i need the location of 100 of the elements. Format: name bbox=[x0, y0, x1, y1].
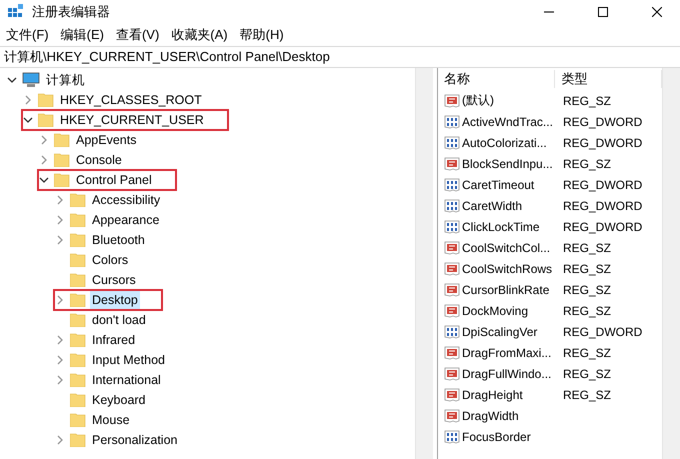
tree-item[interactable]: Appearance bbox=[90, 211, 162, 229]
chevron-right-icon[interactable] bbox=[39, 155, 49, 165]
value-type: REG_SZ bbox=[563, 240, 612, 254]
chevron-right-icon[interactable] bbox=[55, 375, 65, 385]
value-type: REG_SZ bbox=[563, 366, 612, 380]
chevron-right-icon[interactable] bbox=[55, 355, 65, 365]
tree-item[interactable]: HKEY_CURRENT_USER bbox=[58, 111, 206, 129]
tree-item[interactable]: Infrared bbox=[90, 331, 138, 349]
menu-item[interactable]: 文件(F) bbox=[6, 26, 49, 44]
string-value-icon bbox=[444, 366, 460, 380]
folder-icon bbox=[70, 233, 86, 247]
string-value-icon bbox=[444, 262, 460, 276]
tree-item[interactable]: HKEY_CLASSES_ROOT bbox=[58, 91, 204, 109]
folder-icon bbox=[70, 413, 86, 427]
folder-icon bbox=[54, 133, 70, 147]
tree-item[interactable]: Control Panel bbox=[74, 171, 154, 189]
chevron-down-icon[interactable] bbox=[39, 175, 49, 185]
value-name[interactable]: CursorBlinkRate bbox=[462, 282, 550, 296]
chevron-down-icon[interactable] bbox=[23, 115, 33, 125]
binary-value-icon bbox=[444, 324, 460, 338]
value-type: REG_SZ bbox=[563, 282, 612, 296]
folder-icon bbox=[54, 153, 70, 167]
tree-item[interactable]: Input Method bbox=[90, 351, 167, 369]
folder-icon bbox=[70, 393, 86, 407]
scrollbar[interactable] bbox=[662, 68, 680, 459]
chevron-down-icon[interactable] bbox=[7, 75, 17, 85]
value-name[interactable]: DpiScalingVer bbox=[462, 324, 538, 338]
menu-item[interactable]: 查看(V) bbox=[116, 26, 160, 44]
value-name[interactable]: DragHeight bbox=[462, 388, 523, 402]
value-name[interactable]: DragWidth bbox=[462, 408, 519, 422]
chevron-right-icon[interactable] bbox=[55, 335, 65, 345]
tree-item[interactable]: don't load bbox=[90, 311, 148, 329]
binary-value-icon bbox=[444, 220, 460, 234]
address-bar[interactable]: 计算机\HKEY_CURRENT_USER\Control Panel\Desktop bbox=[0, 46, 680, 68]
chevron-right-icon[interactable] bbox=[55, 235, 65, 245]
chevron-right-icon[interactable] bbox=[39, 135, 49, 145]
string-value-icon bbox=[444, 346, 460, 360]
scrollbar[interactable] bbox=[415, 68, 433, 459]
value-name[interactable]: BlockSendInpu... bbox=[462, 156, 553, 170]
computer-icon bbox=[22, 72, 40, 88]
string-value-icon bbox=[444, 304, 460, 318]
value-name[interactable]: CoolSwitchRows bbox=[462, 262, 552, 276]
maximize-icon bbox=[598, 7, 608, 17]
tree-item[interactable]: Accessibility bbox=[90, 191, 162, 209]
binary-value-icon bbox=[444, 136, 460, 150]
binary-value-icon bbox=[444, 430, 460, 444]
value-type: REG_DWORD bbox=[563, 220, 642, 234]
value-name[interactable]: CoolSwitchCol... bbox=[462, 240, 550, 254]
value-name[interactable]: (默认) bbox=[462, 92, 494, 109]
chevron-right-icon[interactable] bbox=[23, 95, 33, 105]
value-type: REG_DWORD bbox=[563, 114, 642, 128]
value-type: REG_DWORD bbox=[563, 136, 642, 150]
folder-icon bbox=[70, 313, 86, 327]
close-icon bbox=[652, 7, 662, 17]
value-type: REG_SZ bbox=[563, 94, 612, 108]
tree-item[interactable]: Colors bbox=[90, 251, 130, 269]
registry-app-icon bbox=[8, 4, 24, 20]
binary-value-icon bbox=[444, 114, 460, 128]
tree-item[interactable]: Desktop bbox=[90, 291, 140, 309]
folder-icon bbox=[70, 213, 86, 227]
string-value-icon bbox=[444, 282, 460, 296]
binary-value-icon bbox=[444, 178, 460, 192]
tree-item[interactable]: Cursors bbox=[90, 271, 138, 289]
folder-icon bbox=[38, 93, 54, 107]
tree-item[interactable]: AppEvents bbox=[74, 131, 138, 149]
menu-item[interactable]: 编辑(E) bbox=[60, 26, 104, 44]
string-value-icon bbox=[444, 408, 460, 422]
chevron-right-icon[interactable] bbox=[55, 195, 65, 205]
folder-icon bbox=[70, 373, 86, 387]
value-type: REG_SZ bbox=[563, 304, 612, 318]
folder-icon bbox=[70, 293, 86, 307]
value-name[interactable]: DockMoving bbox=[462, 304, 528, 318]
tree-item[interactable]: Mouse bbox=[90, 411, 132, 429]
tree-item[interactable]: Bluetooth bbox=[90, 231, 147, 249]
value-name[interactable]: DragFullWindo... bbox=[462, 366, 552, 380]
value-type: REG_SZ bbox=[563, 388, 612, 402]
value-name[interactable]: CaretTimeout bbox=[462, 178, 534, 192]
value-name[interactable]: DragFromMaxi... bbox=[462, 346, 552, 360]
column-header[interactable]: 名称 bbox=[438, 70, 556, 88]
menu-item[interactable]: 帮助(H) bbox=[240, 26, 284, 44]
tree-item[interactable]: Console bbox=[74, 151, 124, 169]
chevron-right-icon[interactable] bbox=[55, 215, 65, 225]
tree-item[interactable]: 计算机 bbox=[44, 71, 87, 89]
value-type: REG_DWORD bbox=[563, 198, 642, 212]
value-name[interactable]: ClickLockTime bbox=[462, 220, 540, 234]
value-name[interactable]: FocusBorder bbox=[462, 430, 531, 444]
value-name[interactable]: AutoColorizati... bbox=[462, 136, 547, 150]
value-name[interactable]: CaretWidth bbox=[462, 198, 522, 212]
tree-item[interactable]: International bbox=[90, 371, 163, 389]
value-type: REG_SZ bbox=[563, 346, 612, 360]
value-type: REG_DWORD bbox=[563, 178, 642, 192]
value-name[interactable]: ActiveWndTrac... bbox=[462, 114, 553, 128]
tree-item[interactable]: Personalization bbox=[90, 431, 180, 449]
chevron-right-icon[interactable] bbox=[55, 295, 65, 305]
menu-item[interactable]: 收藏夹(A) bbox=[171, 26, 228, 44]
window-title: 注册表编辑器 bbox=[32, 3, 111, 21]
chevron-right-icon[interactable] bbox=[55, 435, 65, 445]
folder-icon bbox=[70, 273, 86, 287]
tree-item[interactable]: Keyboard bbox=[90, 391, 148, 409]
folder-icon bbox=[70, 253, 86, 267]
